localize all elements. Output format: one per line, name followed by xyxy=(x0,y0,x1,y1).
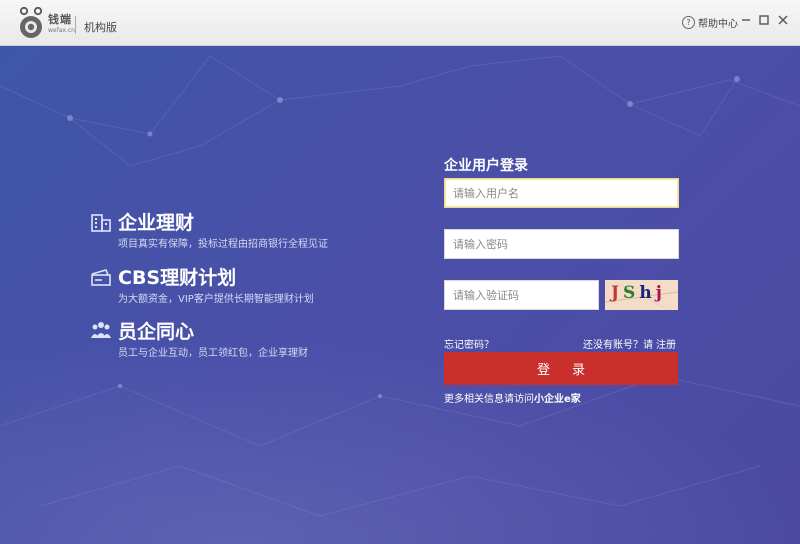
small-enterprise-link[interactable]: 小企业e家 xyxy=(534,394,581,405)
login-button[interactable]: 登录 xyxy=(444,352,678,385)
minimize-icon[interactable] xyxy=(739,13,753,27)
feature-title: CBS理财计划 xyxy=(118,267,237,289)
help-center-button[interactable]: ? 帮助中心 xyxy=(682,15,738,30)
close-icon[interactable] xyxy=(776,13,790,27)
login-panel: 企业理财 项目真实有保障，投标过程由招商银行全程见证 CBS理财计划 为大额资金… xyxy=(0,46,800,544)
feature-title: 员企同心 xyxy=(118,321,195,343)
captcha-char: S xyxy=(623,283,640,303)
team-icon xyxy=(91,322,111,338)
forgot-password-link[interactable]: 忘记密码？ xyxy=(444,336,494,351)
feature-description: 员工与企业互动，员工领红包，企业享理财 xyxy=(118,348,308,359)
more-info-text: 更多相关信息请访问小企业e家 xyxy=(444,390,581,405)
username-input[interactable] xyxy=(444,178,679,208)
logo-subtext: wefax.cn xyxy=(48,27,75,34)
app-window: 钱端 wefax.cn 机构版 ? 帮助中心 企业理财 项目真实有保障，投标过程… xyxy=(0,0,800,544)
login-title: 企业用户登录 xyxy=(444,158,528,174)
no-account-text: 还没有账号？请 xyxy=(583,340,653,351)
captcha-image[interactable]: JShj xyxy=(605,280,678,310)
captcha-input[interactable] xyxy=(444,280,599,310)
money-card-icon xyxy=(91,269,111,286)
feature-description: 项目真实有保障，投标过程由招商银行全程见证 xyxy=(118,239,328,250)
register-link[interactable]: 注册 xyxy=(656,336,676,351)
password-input[interactable] xyxy=(444,229,679,259)
feature-title: 企业理财 xyxy=(118,212,195,234)
captcha-code: JShj xyxy=(611,283,666,303)
captcha-char: J xyxy=(611,283,624,303)
edition-label: 机构版 xyxy=(84,21,117,34)
captcha-char: h xyxy=(639,283,656,303)
qianduan-logo-icon xyxy=(19,7,43,38)
feature-description: 为大额资金，VIP客户提供长期智能理财计划 xyxy=(118,294,314,305)
question-circle-icon: ? xyxy=(682,16,695,29)
more-info-prefix: 更多相关信息请访问 xyxy=(444,394,534,405)
building-icon xyxy=(91,214,111,232)
title-bar[interactable]: 钱端 wefax.cn 机构版 ? 帮助中心 xyxy=(0,0,800,46)
title-divider xyxy=(75,16,76,34)
maximize-icon[interactable] xyxy=(757,13,771,27)
help-center-label: 帮助中心 xyxy=(698,19,738,30)
logo-text: 钱端 xyxy=(48,13,72,26)
captcha-char: j xyxy=(655,283,666,303)
